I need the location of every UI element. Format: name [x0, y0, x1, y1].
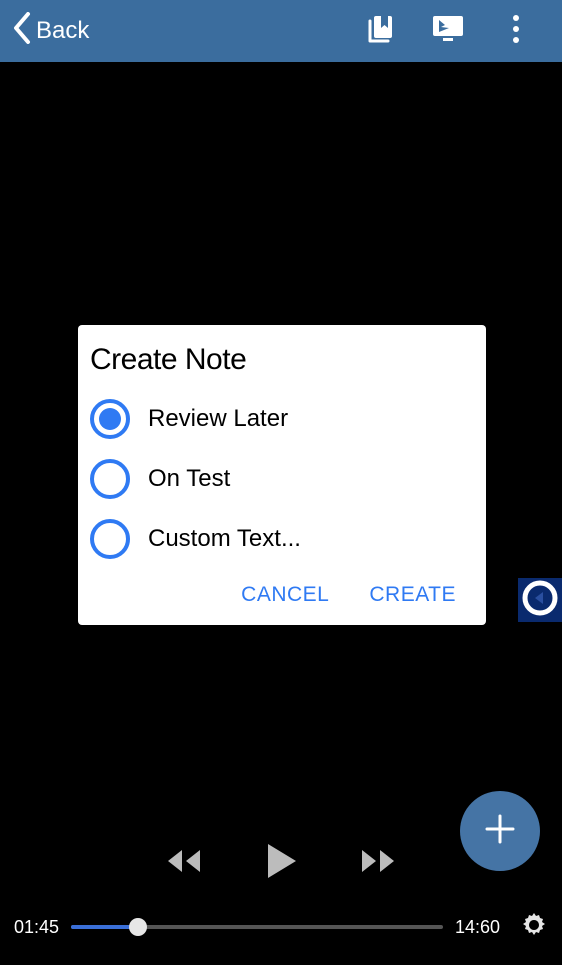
- more-vertical-icon: [512, 14, 520, 49]
- radio-option-review-later[interactable]: Review Later: [90, 389, 474, 449]
- current-time: 01:45: [14, 917, 59, 938]
- create-note-dialog: Create Note Review Later On Test Custom …: [78, 325, 486, 625]
- dialog-title: Create Note: [90, 343, 474, 377]
- seek-thumb[interactable]: [129, 918, 147, 936]
- chevron-left-icon: [12, 12, 32, 51]
- seek-fill: [71, 925, 138, 929]
- create-button[interactable]: CREATE: [369, 583, 456, 607]
- cast-screen-icon: [431, 14, 465, 49]
- bookmarks-button[interactable]: [356, 7, 404, 55]
- radio-icon: [90, 459, 130, 499]
- bookmark-stack-icon: [364, 13, 396, 50]
- settings-button[interactable]: [520, 911, 548, 944]
- radio-label: Custom Text...: [148, 525, 301, 553]
- radio-icon: [90, 519, 130, 559]
- radio-option-custom-text[interactable]: Custom Text...: [90, 509, 474, 569]
- cast-button[interactable]: [424, 7, 472, 55]
- app-badge-icon: [520, 578, 560, 623]
- transport-controls: [0, 833, 562, 893]
- side-badge[interactable]: [518, 578, 562, 622]
- more-button[interactable]: [492, 7, 540, 55]
- gear-icon: [520, 923, 548, 943]
- dialog-actions: CANCEL CREATE: [90, 569, 474, 615]
- radio-label: On Test: [148, 465, 230, 493]
- cancel-button[interactable]: CANCEL: [241, 583, 329, 607]
- back-button[interactable]: Back: [12, 12, 89, 51]
- total-time: 14:60: [455, 917, 500, 938]
- radio-option-on-test[interactable]: On Test: [90, 449, 474, 509]
- play-button[interactable]: [264, 842, 298, 885]
- seek-track[interactable]: [71, 925, 443, 929]
- progress-row: 01:45 14:60: [0, 903, 562, 951]
- radio-label: Review Later: [148, 405, 288, 433]
- radio-icon: [90, 399, 130, 439]
- forward-button[interactable]: [358, 846, 398, 881]
- topbar: Back: [0, 0, 562, 62]
- back-label: Back: [36, 17, 89, 45]
- rewind-button[interactable]: [164, 846, 204, 881]
